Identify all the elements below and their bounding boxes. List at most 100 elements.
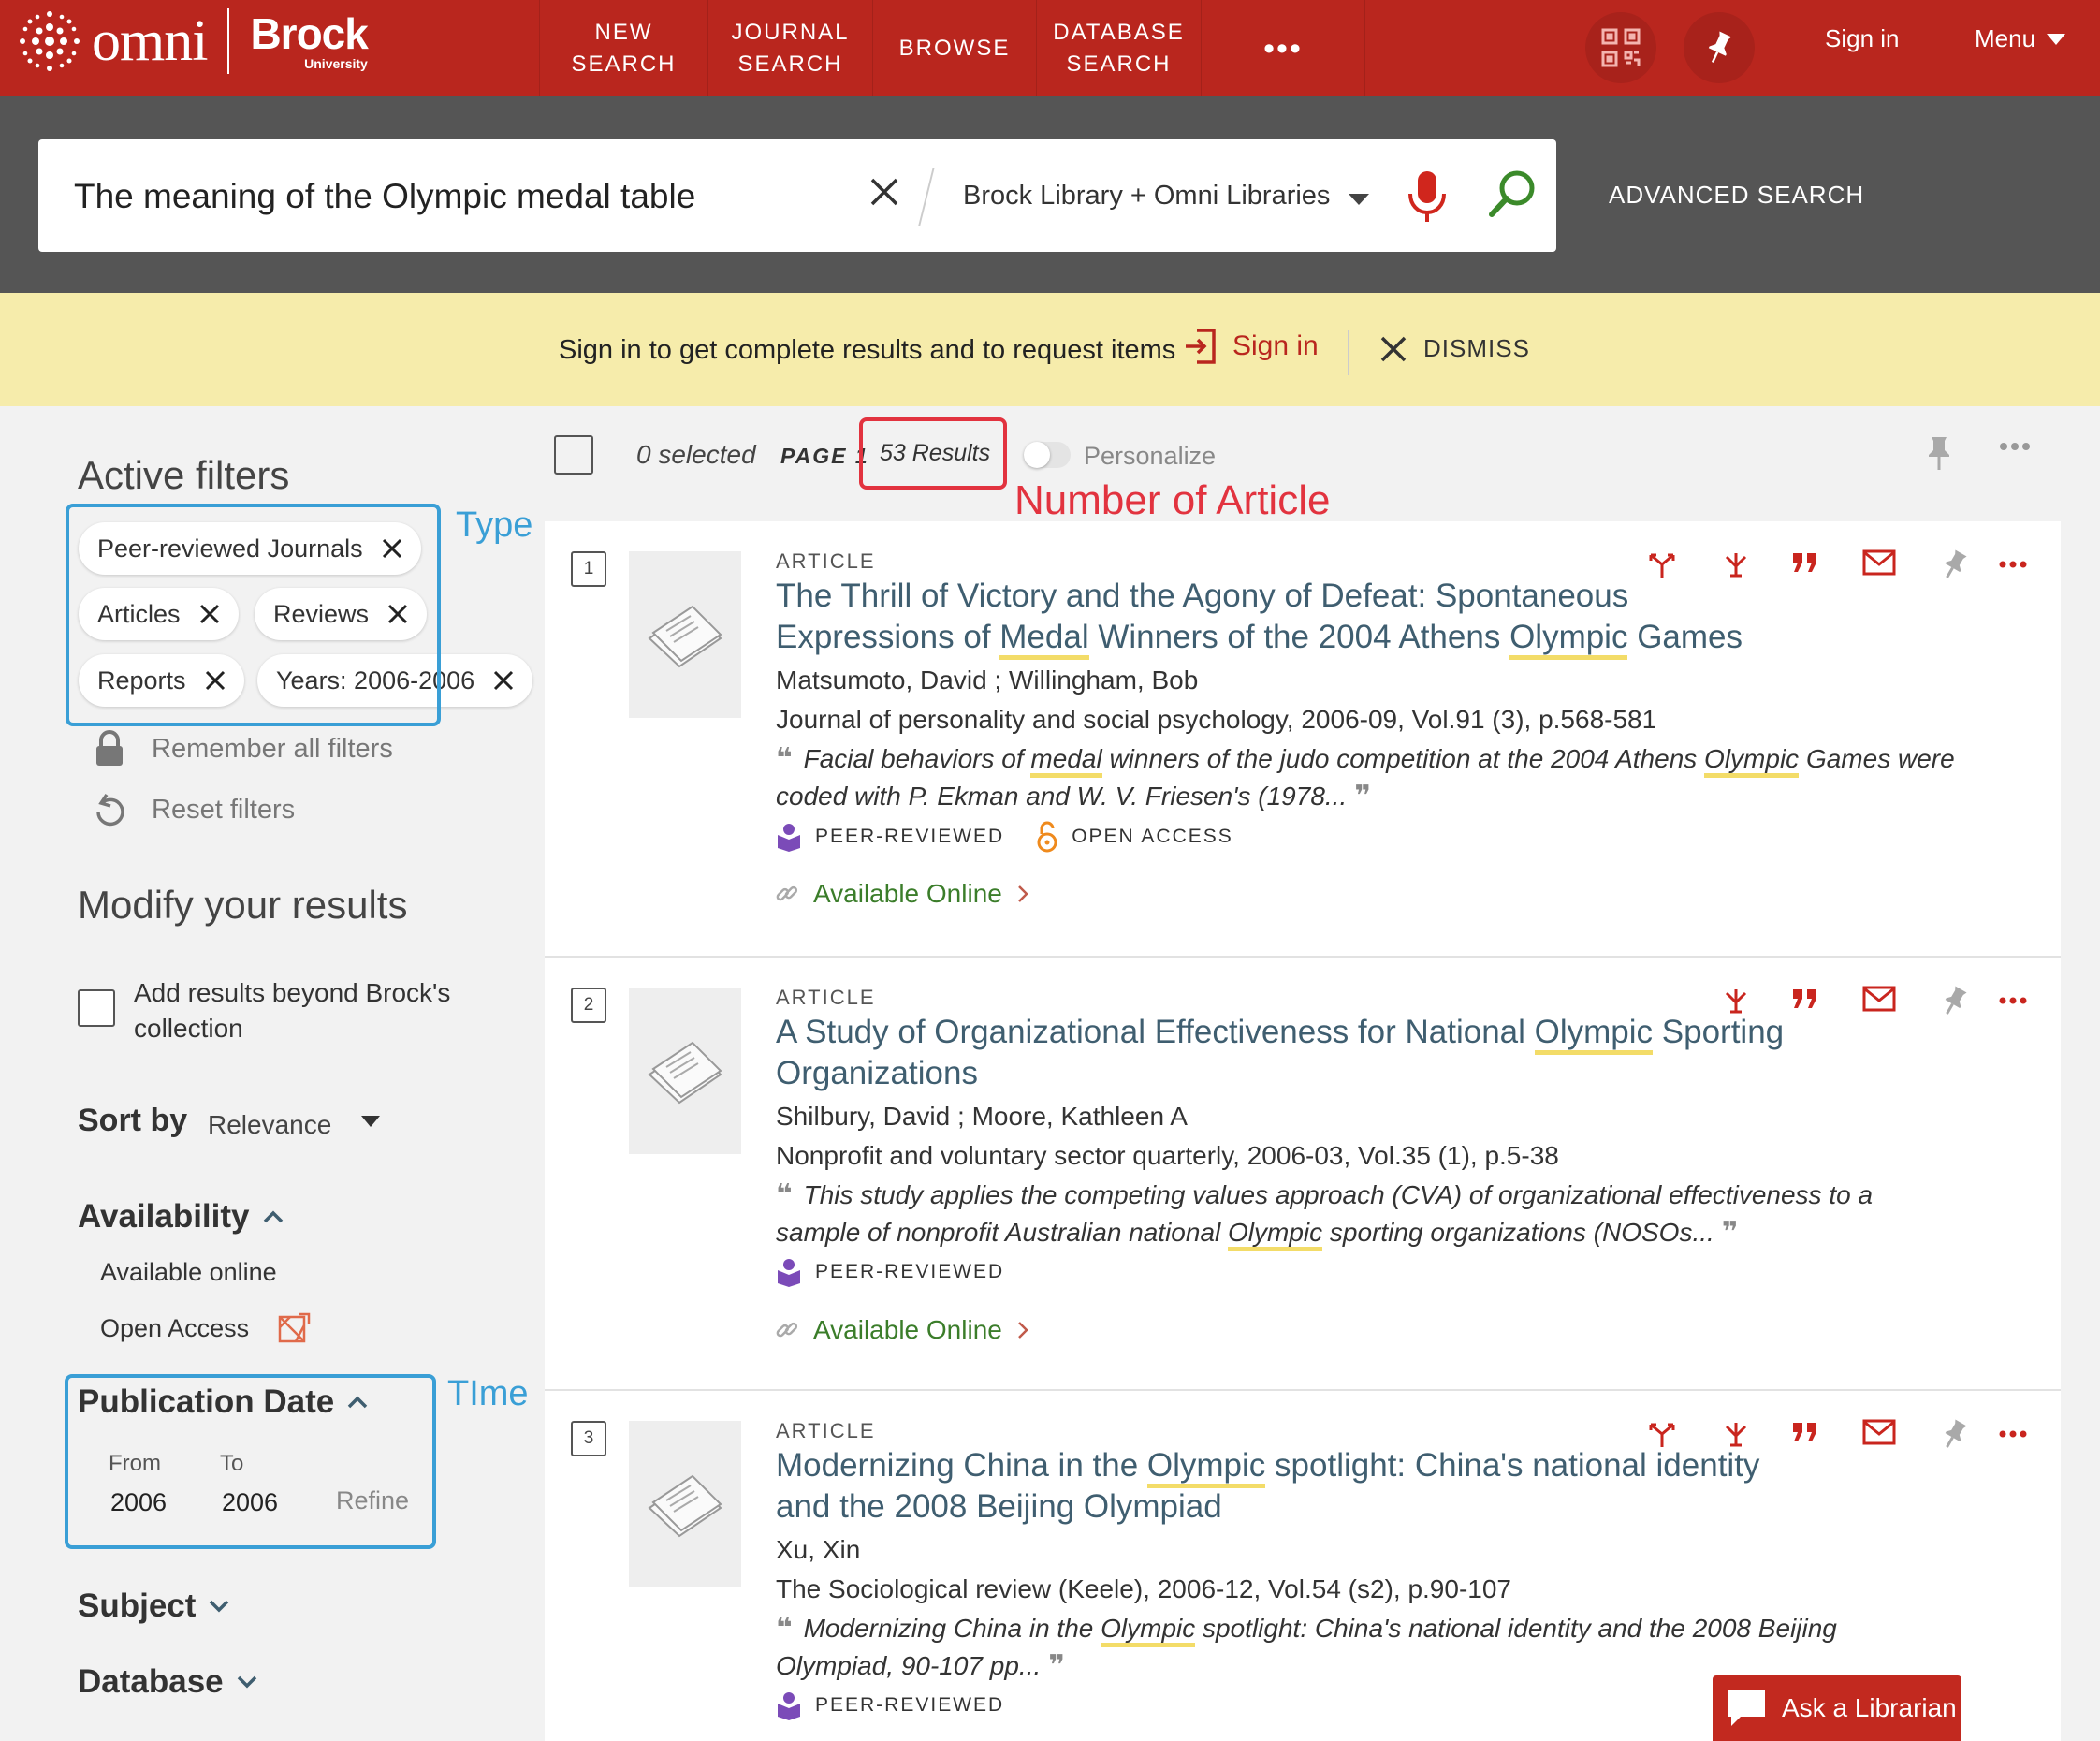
active-filters-heading: Active filters bbox=[78, 453, 290, 497]
snippet-highlight: Olympic bbox=[1228, 1218, 1323, 1251]
sort-dropdown-icon[interactable] bbox=[361, 1116, 380, 1127]
close-icon bbox=[1380, 336, 1407, 361]
microphone-icon[interactable] bbox=[1405, 169, 1450, 224]
result-number[interactable]: 1 bbox=[571, 551, 606, 587]
banner-divider bbox=[1348, 330, 1349, 375]
pin-results-icon[interactable] bbox=[1925, 434, 1953, 472]
pin-icon[interactable] bbox=[1941, 986, 1967, 1017]
omni-dots-icon bbox=[20, 11, 80, 71]
title-highlight: Olympic bbox=[1146, 1447, 1266, 1488]
result-source: The Sociological review (Keele), 2006-12… bbox=[776, 1574, 1511, 1603]
result-thumbnail[interactable] bbox=[629, 551, 741, 718]
snippet-highlight: Olympic bbox=[1101, 1614, 1196, 1647]
ask-a-librarian-button[interactable]: Ask a Librarian bbox=[1713, 1675, 1961, 1741]
remove-filter-icon[interactable] bbox=[493, 670, 514, 691]
snippet-highlight: Olympic bbox=[1704, 744, 1800, 778]
result-title[interactable]: The Thrill of Victory and the Agony of D… bbox=[776, 576, 1805, 660]
banner-sign-in-button[interactable]: Sign in bbox=[1184, 329, 1319, 364]
result-number[interactable]: 3 bbox=[571, 1421, 606, 1456]
availability-link[interactable]: Available Online bbox=[776, 879, 1028, 909]
result-badges: PEER-REVIEWED OPEN ACCESS bbox=[776, 821, 1233, 853]
facet-available-online[interactable]: Available online bbox=[100, 1258, 277, 1287]
personalize-toggle[interactable] bbox=[1024, 442, 1071, 468]
search-scope-select[interactable]: Brock Library + Omni Libraries bbox=[963, 181, 1330, 212]
title-highlight: Olympic bbox=[1509, 619, 1628, 660]
exclude-icon[interactable] bbox=[277, 1312, 311, 1344]
chevron-down-icon bbox=[210, 1600, 229, 1613]
chevron-right-icon bbox=[1017, 1322, 1028, 1339]
more-options-icon[interactable] bbox=[1999, 561, 2027, 568]
cited-by-icon[interactable] bbox=[1723, 1419, 1749, 1449]
result-badges: PEER-REVIEWED bbox=[776, 1690, 1004, 1720]
result-number[interactable]: 2 bbox=[571, 988, 606, 1023]
subject-facet-toggle[interactable]: Subject bbox=[78, 1587, 229, 1625]
nav-browse[interactable]: BROWSE bbox=[872, 0, 1036, 96]
availability-facet-toggle[interactable]: Availability bbox=[78, 1198, 284, 1236]
add-beyond-checkbox[interactable] bbox=[78, 989, 115, 1027]
snippet-text: Facial behaviors of bbox=[803, 744, 1031, 773]
nav-journal-search[interactable]: JOURNAL SEARCH bbox=[707, 0, 872, 96]
citation-trail-icon[interactable] bbox=[1647, 1419, 1677, 1449]
header-menu-button[interactable]: Menu bbox=[1975, 24, 2066, 53]
nav-more[interactable]: ••• bbox=[1201, 0, 1365, 96]
result-title[interactable]: A Study of Organizational Effectiveness … bbox=[776, 1012, 1805, 1094]
pin-icon[interactable] bbox=[1941, 549, 1967, 581]
pin-icon[interactable] bbox=[1941, 1419, 1967, 1451]
cite-quote-icon[interactable] bbox=[1791, 1419, 1819, 1443]
result-authors: Matsumoto, David ; Willingham, Bob bbox=[776, 666, 1199, 695]
nav-database-search[interactable]: DATABASE SEARCH bbox=[1036, 0, 1201, 96]
email-icon[interactable] bbox=[1862, 549, 1896, 576]
pinned-items-button[interactable] bbox=[1684, 12, 1755, 83]
remember-filters-button[interactable]: Remember all filters bbox=[94, 730, 393, 768]
title-text: Games bbox=[1627, 619, 1743, 655]
result-thumbnail[interactable] bbox=[629, 988, 741, 1154]
close-quote-icon: ❞ bbox=[1354, 781, 1371, 812]
search-band: The meaning of the Olympic medal table B… bbox=[0, 96, 2100, 293]
dismiss-label: DISMISS bbox=[1423, 334, 1530, 362]
qr-code-button[interactable] bbox=[1585, 12, 1656, 83]
peer-reviewed-icon bbox=[778, 824, 800, 852]
facet-open-access[interactable]: Open Access bbox=[100, 1314, 249, 1343]
citation-trail-icon[interactable] bbox=[1647, 549, 1677, 579]
sort-select[interactable]: Relevance bbox=[208, 1110, 331, 1140]
cited-by-icon[interactable] bbox=[1723, 986, 1749, 1016]
cite-quote-icon[interactable] bbox=[1791, 549, 1819, 574]
availability-link[interactable]: Available Online bbox=[776, 1315, 1028, 1345]
results-count: 53 Results bbox=[880, 440, 991, 466]
search-input[interactable]: The meaning of the Olympic medal table bbox=[74, 177, 695, 216]
result-snippet: ❝ Modernizing China in the Olympic spotli… bbox=[776, 1610, 1955, 1685]
cited-by-icon[interactable] bbox=[1723, 549, 1749, 579]
result-thumbnail[interactable] bbox=[629, 1421, 741, 1587]
top-bar: omni Brock University NEW SEARCH JOURNAL… bbox=[0, 0, 2100, 96]
main-nav: NEW SEARCH JOURNAL SEARCH BROWSE DATABAS… bbox=[539, 0, 1365, 96]
select-all-checkbox[interactable] bbox=[554, 435, 593, 475]
reset-filters-button[interactable]: Reset filters bbox=[94, 792, 295, 827]
header-sign-in-link[interactable]: Sign in bbox=[1825, 24, 1900, 53]
database-facet-toggle[interactable]: Database bbox=[78, 1663, 257, 1701]
peer-reviewed-label: PEER-REVIEWED bbox=[815, 1694, 1005, 1716]
logo-divider bbox=[227, 8, 230, 74]
result-card-2: 2 ARTICLE A Study of Organizational Effe… bbox=[545, 958, 2061, 1391]
cite-quote-icon[interactable] bbox=[1791, 986, 1819, 1010]
scope-dropdown-icon[interactable] bbox=[1349, 194, 1369, 205]
result-source: Journal of personality and social psycho… bbox=[776, 705, 1657, 734]
more-options-icon[interactable] bbox=[1999, 1430, 2027, 1438]
more-options-icon[interactable] bbox=[1999, 442, 2031, 451]
search-go-icon[interactable] bbox=[1487, 168, 1539, 220]
result-snippet: ❝ This study applies the competing values… bbox=[776, 1177, 1955, 1251]
result-type: ARTICLE bbox=[776, 549, 876, 573]
availability-label: Available Online bbox=[813, 879, 1002, 908]
omni-brock-logo[interactable]: omni Brock University bbox=[17, 7, 369, 75]
email-icon[interactable] bbox=[1862, 1419, 1896, 1445]
result-title[interactable]: Modernizing China in the Olympic spotlig… bbox=[776, 1445, 1805, 1528]
email-icon[interactable] bbox=[1862, 986, 1896, 1012]
clear-search-icon[interactable] bbox=[869, 177, 899, 207]
snippet-text: Modernizing China in the bbox=[803, 1614, 1101, 1643]
dismiss-button[interactable]: DISMISS bbox=[1380, 334, 1530, 363]
advanced-search-link[interactable]: ADVANCED SEARCH bbox=[1609, 181, 1864, 210]
logo-omni-text: omni bbox=[92, 8, 208, 73]
nav-new-search[interactable]: NEW SEARCH bbox=[539, 0, 707, 96]
add-beyond-label[interactable]: Add results beyond Brock's collection bbox=[134, 975, 499, 1046]
snippet-highlight: medal bbox=[1030, 744, 1102, 778]
more-options-icon[interactable] bbox=[1999, 997, 2027, 1004]
